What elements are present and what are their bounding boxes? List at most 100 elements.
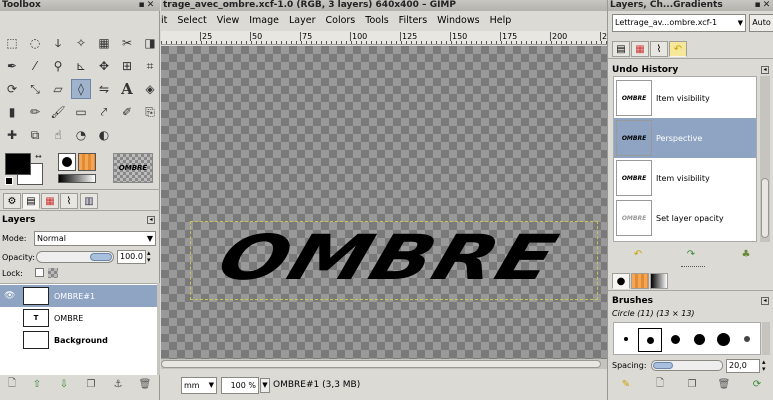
layer-name[interactable]: OMBRE [54, 314, 83, 323]
blend-icon[interactable]: ▮ [2, 102, 22, 122]
layers-scrollbar[interactable] [157, 283, 160, 375]
mode-select[interactable]: Normal ▼ [34, 231, 156, 246]
layer-row[interactable]: Background [0, 329, 157, 351]
scrollbar-thumb[interactable] [161, 360, 601, 368]
fuzzy-select-icon[interactable]: ✧ [71, 33, 91, 53]
perspective-icon[interactable]: ◊ [71, 79, 91, 99]
menu-item-select[interactable]: Select [177, 15, 206, 26]
undo-scrollbar[interactable] [760, 76, 770, 242]
spacing-slider[interactable] [651, 360, 723, 371]
tab-layers[interactable]: ▤ [22, 193, 40, 209]
menu-item-layer[interactable]: Layer [289, 15, 316, 26]
delete-layer-icon[interactable]: 🗑 [137, 377, 153, 391]
zoom-icon[interactable]: ⚲ [48, 56, 68, 76]
layer-name[interactable]: OMBRE#1 [54, 292, 95, 301]
free-select-icon[interactable]: ↆ [48, 33, 68, 53]
spacing-spin-icon[interactable]: ▴ ▾ [762, 359, 766, 373]
flip-icon[interactable]: ⇋ [94, 79, 114, 99]
horizontal-ruler[interactable]: 25 50 75 100 125 150 175 200 225 [161, 31, 607, 45]
tab-paths[interactable]: ⌇ [650, 41, 668, 57]
auto-button[interactable]: Auto [749, 14, 773, 32]
opacity-slider[interactable] [36, 251, 114, 263]
new-layer-icon[interactable]: 🗋 [4, 377, 20, 391]
close-icon[interactable]: ✕ [146, 0, 155, 11]
duplicate-layer-icon[interactable]: ❐ [83, 377, 99, 391]
duplicate-brush-icon[interactable]: ❐ [684, 377, 700, 391]
tab-channels[interactable]: ▦ [631, 41, 649, 57]
clear-history-icon[interactable]: ♣ [738, 247, 754, 261]
brush-cell[interactable] [664, 328, 686, 350]
tab-layers[interactable]: ▤ [612, 41, 630, 57]
zoom-dropdown-icon[interactable]: ▼ [260, 378, 270, 393]
pattern-preview[interactable] [78, 153, 96, 171]
scrollbar-thumb[interactable] [761, 178, 769, 238]
anchor-layer-icon[interactable]: ⚓ [110, 377, 126, 391]
undo-item[interactable]: OMBRE Item visibility [614, 78, 756, 118]
tab-tool-options[interactable]: ⚙ [3, 193, 21, 209]
move-icon[interactable]: ✥ [94, 56, 114, 76]
brush-scrollbar[interactable] [762, 322, 770, 355]
smudge-icon[interactable]: ☝ [48, 125, 68, 145]
perspective-clone-icon[interactable]: ⧉ [25, 125, 45, 145]
text-icon[interactable]: A [117, 79, 137, 99]
color-picker-icon[interactable]: ⁄ [25, 56, 45, 76]
eraser-icon[interactable]: ▭ [71, 102, 91, 122]
ellipse-select-icon[interactable]: ◌ [25, 33, 45, 53]
menu-item-windows[interactable]: Windows [437, 15, 479, 26]
clone-icon[interactable]: ⎘ [140, 102, 160, 122]
bucket-fill-icon[interactable]: ◈ [140, 79, 160, 99]
color-select-icon[interactable]: ▦ [94, 33, 114, 53]
shear-icon[interactable]: ▱ [48, 79, 68, 99]
paintbrush-icon[interactable]: 🖌 [48, 102, 68, 122]
tab-gradients[interactable] [650, 273, 668, 289]
scale-icon[interactable]: ⤡ [25, 79, 45, 99]
image-canvas[interactable]: OMBRE [161, 46, 607, 359]
airbrush-icon[interactable]: ⤤ [94, 102, 114, 122]
image-selector[interactable]: Lettrage_av...ombre.xcf-1 ▼ [612, 14, 746, 32]
foreground-select-icon[interactable]: ◨ [140, 33, 160, 53]
menu-item-help[interactable]: Help [490, 15, 512, 26]
menu-item-tools[interactable]: Tools [365, 15, 388, 26]
blur-icon[interactable]: ◔ [71, 125, 91, 145]
horizontal-scrollbar[interactable] [161, 359, 607, 369]
brush-preview[interactable] [58, 153, 76, 171]
layer-row[interactable]: T OMBRE [0, 307, 157, 329]
brush-cell[interactable] [736, 328, 758, 350]
scissors-icon[interactable]: ✂ [117, 33, 137, 53]
delete-brush-icon[interactable]: 🗑 [716, 377, 732, 391]
lock-alpha-icon[interactable] [48, 268, 58, 278]
brush-cell[interactable] [712, 328, 734, 350]
crop-icon[interactable]: ⌗ [140, 56, 160, 76]
raise-layer-icon[interactable]: ⇧ [29, 377, 45, 391]
brush-cell[interactable] [638, 328, 662, 352]
eye-icon[interactable]: 👁 [4, 291, 18, 301]
zoom-input[interactable]: 100 % [221, 377, 259, 394]
panel-menu-icon[interactable]: ◂ [147, 216, 155, 224]
new-brush-icon[interactable]: 🗋 [652, 377, 668, 391]
panel-menu-icon[interactable]: ◂ [761, 297, 769, 305]
panel-menu-icon[interactable]: ◂ [761, 66, 769, 74]
default-colors-icon[interactable] [5, 177, 13, 185]
dodge-icon[interactable]: ◐ [94, 125, 114, 145]
brush-cell[interactable] [688, 328, 710, 350]
undo-item[interactable]: OMBRE Perspective [614, 118, 756, 158]
undo-item[interactable]: OMBRE Set layer opacity [614, 198, 756, 238]
brush-cell[interactable] [616, 328, 636, 350]
minimize-icon[interactable]: ▪ [753, 0, 762, 11]
undo-icon[interactable]: ↶ [630, 247, 646, 261]
rect-select-icon[interactable]: ⬚ [2, 33, 22, 53]
spacing-input[interactable]: 20,0 [726, 359, 760, 373]
menu-item-edit[interactable]: it [161, 15, 167, 26]
swap-colors-icon[interactable]: ↔ [35, 152, 42, 161]
redo-icon[interactable]: ↷ [683, 247, 699, 261]
tab-brushes[interactable]: ● [612, 273, 630, 289]
unit-select[interactable]: mm ▼ [181, 377, 217, 394]
layer-row[interactable]: 👁 OMBRE#1 [0, 285, 157, 307]
heal-icon[interactable]: ✚ [2, 125, 22, 145]
refresh-brushes-icon[interactable]: ⟳ [749, 377, 765, 391]
menu-item-image[interactable]: Image [249, 15, 279, 26]
tab-patterns[interactable] [631, 273, 649, 289]
active-image-preview[interactable]: OMBRE [113, 153, 153, 183]
tab-history[interactable]: ▥ [80, 193, 98, 209]
menu-item-view[interactable]: View [217, 15, 240, 26]
